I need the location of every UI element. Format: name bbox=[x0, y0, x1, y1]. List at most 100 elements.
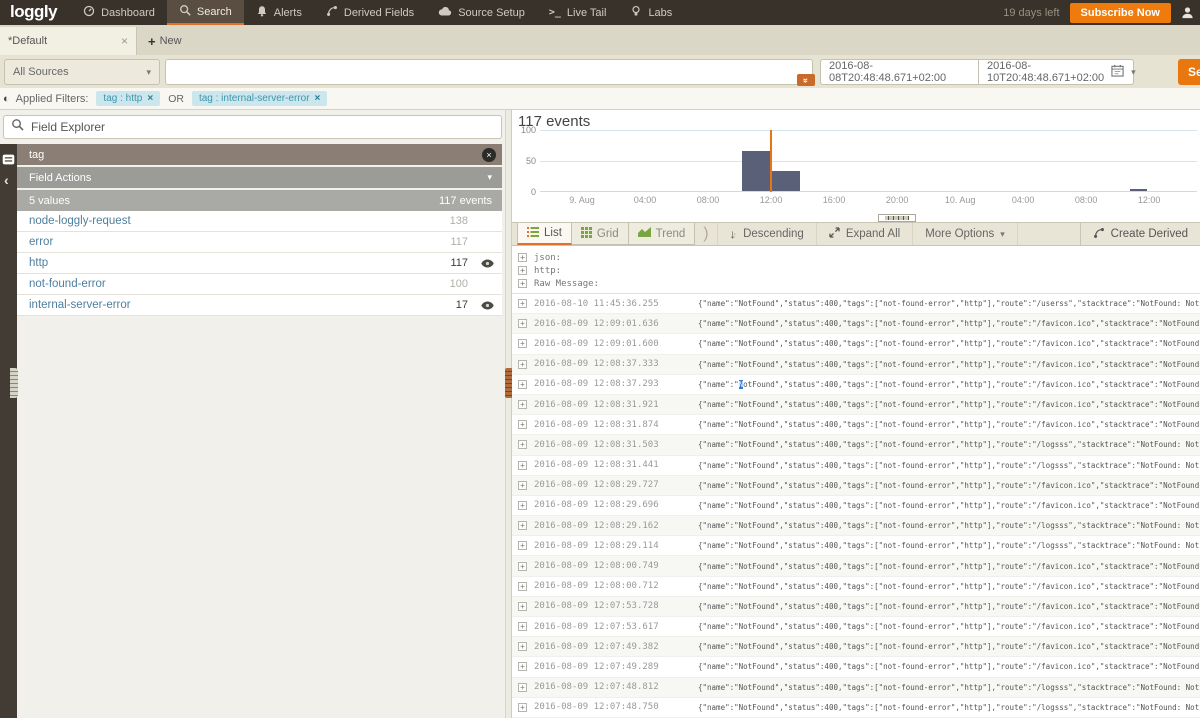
json-expander[interactable]: + json: bbox=[518, 251, 1200, 264]
chart-bar[interactable] bbox=[1129, 189, 1148, 191]
expand-row-icon[interactable]: + bbox=[518, 339, 527, 349]
expand-search-icon[interactable]: » bbox=[797, 74, 815, 86]
expand-icon[interactable]: + bbox=[518, 279, 527, 288]
date-to-input[interactable]: 2016-08-10T20:48:48.671+02:00 ▾ bbox=[978, 59, 1136, 85]
chart-bar[interactable] bbox=[741, 150, 770, 191]
log-row[interactable]: + 2016-08-09 12:08:29.727 {"name":"NotFo… bbox=[512, 475, 1200, 496]
tab-default[interactable]: *Default × bbox=[0, 27, 137, 55]
log-row[interactable]: + 2016-08-09 12:07:48.812 {"name":"NotFo… bbox=[512, 677, 1200, 698]
search-button[interactable]: Search bbox=[1178, 59, 1200, 85]
log-row[interactable]: + 2016-08-10 11:45:36.255 {"name":"NotFo… bbox=[512, 294, 1200, 315]
nav-alerts[interactable]: Alerts bbox=[244, 0, 314, 25]
nav-search[interactable]: Search bbox=[166, 0, 244, 25]
log-row[interactable]: + 2016-08-09 12:08:37.333 {"name":"NotFo… bbox=[512, 354, 1200, 375]
field-value-row[interactable]: http 117 bbox=[17, 253, 502, 274]
log-row[interactable]: + 2016-08-09 12:08:31.441 {"name":"NotFo… bbox=[512, 456, 1200, 476]
chart-plot[interactable] bbox=[540, 130, 1197, 192]
log-row[interactable]: + 2016-08-09 12:08:29.114 {"name":"NotFo… bbox=[512, 536, 1200, 557]
log-row[interactable]: + 2016-08-09 12:07:53.617 {"name":"NotFo… bbox=[512, 617, 1200, 638]
log-row[interactable]: + 2016-08-09 12:09:01.600 {"name":"NotFo… bbox=[512, 334, 1200, 355]
log-row[interactable]: + 2016-08-09 12:08:31.874 {"name":"NotFo… bbox=[512, 415, 1200, 436]
field-explorer-input[interactable] bbox=[31, 120, 494, 134]
expand-row-icon[interactable]: + bbox=[518, 420, 527, 430]
new-tab-button[interactable]: + New bbox=[148, 27, 182, 55]
log-row[interactable]: + 2016-08-09 12:08:29.162 {"name":"NotFo… bbox=[512, 516, 1200, 537]
expand-row-icon[interactable]: + bbox=[518, 521, 527, 531]
subscribe-button[interactable]: Subscribe Now bbox=[1069, 2, 1171, 23]
log-row[interactable]: + 2016-08-09 12:07:49.289 {"name":"NotFo… bbox=[512, 657, 1200, 678]
close-field-icon[interactable]: × bbox=[482, 147, 496, 162]
list-view-button[interactable]: List bbox=[517, 223, 572, 245]
filter-chip-http[interactable]: tag : http × bbox=[96, 91, 161, 106]
expand-all-button[interactable]: Expand All bbox=[817, 223, 914, 245]
tab-close-icon[interactable]: × bbox=[121, 34, 128, 48]
expand-row-icon[interactable]: + bbox=[518, 480, 527, 490]
nav-live-tail[interactable]: >_ Live Tail bbox=[537, 0, 619, 25]
expand-row-icon[interactable]: + bbox=[518, 662, 527, 672]
search-query-input[interactable] bbox=[165, 59, 813, 85]
filter-toggle-icon[interactable]: ◐ bbox=[3, 93, 10, 105]
expand-row-icon[interactable]: + bbox=[518, 379, 527, 389]
raw-message-expander[interactable]: + Raw Message: bbox=[518, 277, 1200, 290]
eye-icon[interactable] bbox=[474, 301, 494, 310]
create-derived-button[interactable]: Create Derived bbox=[1079, 223, 1200, 245]
expand-row-icon[interactable]: + bbox=[518, 642, 527, 652]
expand-row-icon[interactable]: + bbox=[518, 359, 527, 369]
log-row[interactable]: + 2016-08-09 12:07:49.382 {"name":"NotFo… bbox=[512, 637, 1200, 658]
trend-view-button[interactable]: Trend bbox=[628, 223, 696, 245]
nav-derived-fields[interactable]: Derived Fields bbox=[314, 0, 426, 25]
log-row[interactable]: + 2016-08-09 12:07:48.750 {"name":"NotFo… bbox=[512, 698, 1200, 718]
field-value-row[interactable]: internal-server-error 17 bbox=[17, 295, 502, 316]
expand-row-icon[interactable]: + bbox=[518, 561, 527, 571]
source-selector[interactable]: All Sources ▾ bbox=[4, 59, 160, 85]
field-value-row[interactable]: node-loggly-request 138 bbox=[17, 211, 502, 232]
expand-row-icon[interactable]: + bbox=[518, 601, 527, 611]
log-row[interactable]: + 2016-08-09 12:08:31.503 {"name":"NotFo… bbox=[512, 435, 1200, 456]
expand-row-icon[interactable]: + bbox=[518, 622, 527, 632]
log-row[interactable]: + 2016-08-09 12:09:01.636 {"name":"NotFo… bbox=[512, 314, 1200, 335]
remove-filter-icon[interactable]: × bbox=[315, 93, 321, 104]
expand-row-icon[interactable]: + bbox=[518, 460, 527, 470]
collapse-chart-icon[interactable]: ) bbox=[695, 223, 716, 245]
log-row[interactable]: + 2016-08-09 12:08:29.696 {"name":"NotFo… bbox=[512, 496, 1200, 517]
log-row[interactable]: + 2016-08-09 12:08:37.293 {"name":"NotFo… bbox=[512, 375, 1200, 395]
log-row[interactable]: + 2016-08-09 12:08:31.921 {"name":"NotFo… bbox=[512, 394, 1200, 416]
field-list-icon[interactable] bbox=[2, 152, 15, 170]
expand-row-icon[interactable]: + bbox=[518, 541, 527, 551]
expand-icon[interactable]: + bbox=[518, 266, 527, 275]
left-resize-grip[interactable] bbox=[10, 368, 18, 398]
grid-view-button[interactable]: Grid bbox=[571, 223, 629, 245]
field-explorer-search[interactable] bbox=[3, 115, 502, 139]
expand-icon[interactable]: + bbox=[518, 253, 527, 262]
http-expander[interactable]: + http: bbox=[518, 264, 1200, 277]
expand-row-icon[interactable]: + bbox=[518, 500, 527, 510]
field-value-row[interactable]: not-found-error 100 bbox=[17, 274, 502, 295]
expand-row-icon[interactable]: + bbox=[518, 702, 527, 712]
log-row[interactable]: + 2016-08-09 12:08:00.712 {"name":"NotFo… bbox=[512, 577, 1200, 597]
remove-filter-icon[interactable]: × bbox=[147, 93, 153, 104]
collapse-panel-icon[interactable]: ‹ bbox=[4, 172, 9, 188]
log-row[interactable]: + 2016-08-09 12:07:53.728 {"name":"NotFo… bbox=[512, 596, 1200, 617]
eye-icon[interactable] bbox=[474, 259, 494, 268]
nav-source-setup[interactable]: Source Setup bbox=[426, 0, 537, 25]
date-from-input[interactable]: 2016-08-08T20:48:48.671+02:00 bbox=[820, 59, 978, 85]
loggly-logo[interactable]: loggly bbox=[0, 0, 71, 25]
filter-chip-internal-server-error[interactable]: tag : internal-server-error × bbox=[191, 91, 328, 106]
more-options-dropdown[interactable]: More Options ▾ bbox=[913, 223, 1018, 245]
user-icon[interactable] bbox=[1181, 6, 1194, 19]
expand-row-icon[interactable]: + bbox=[518, 299, 527, 309]
expand-row-icon[interactable]: + bbox=[518, 400, 527, 410]
calendar-icon[interactable] bbox=[1111, 64, 1124, 80]
nav-dashboard[interactable]: Dashboard bbox=[71, 0, 167, 25]
field-actions-dropdown[interactable]: Field Actions ▾ bbox=[17, 167, 502, 188]
expand-row-icon[interactable]: + bbox=[518, 440, 527, 450]
nav-labs[interactable]: Labs bbox=[618, 0, 684, 25]
expand-row-icon[interactable]: + bbox=[518, 682, 527, 692]
log-row[interactable]: + 2016-08-09 12:08:00.749 {"name":"NotFo… bbox=[512, 556, 1200, 577]
expand-row-icon[interactable]: + bbox=[518, 581, 527, 591]
chevron-down-icon[interactable]: ▾ bbox=[1131, 67, 1136, 78]
chart-bar[interactable] bbox=[771, 170, 800, 191]
expand-row-icon[interactable]: + bbox=[518, 319, 527, 329]
chart-resize-handle[interactable] bbox=[878, 214, 916, 222]
panel-divider[interactable] bbox=[505, 110, 513, 718]
